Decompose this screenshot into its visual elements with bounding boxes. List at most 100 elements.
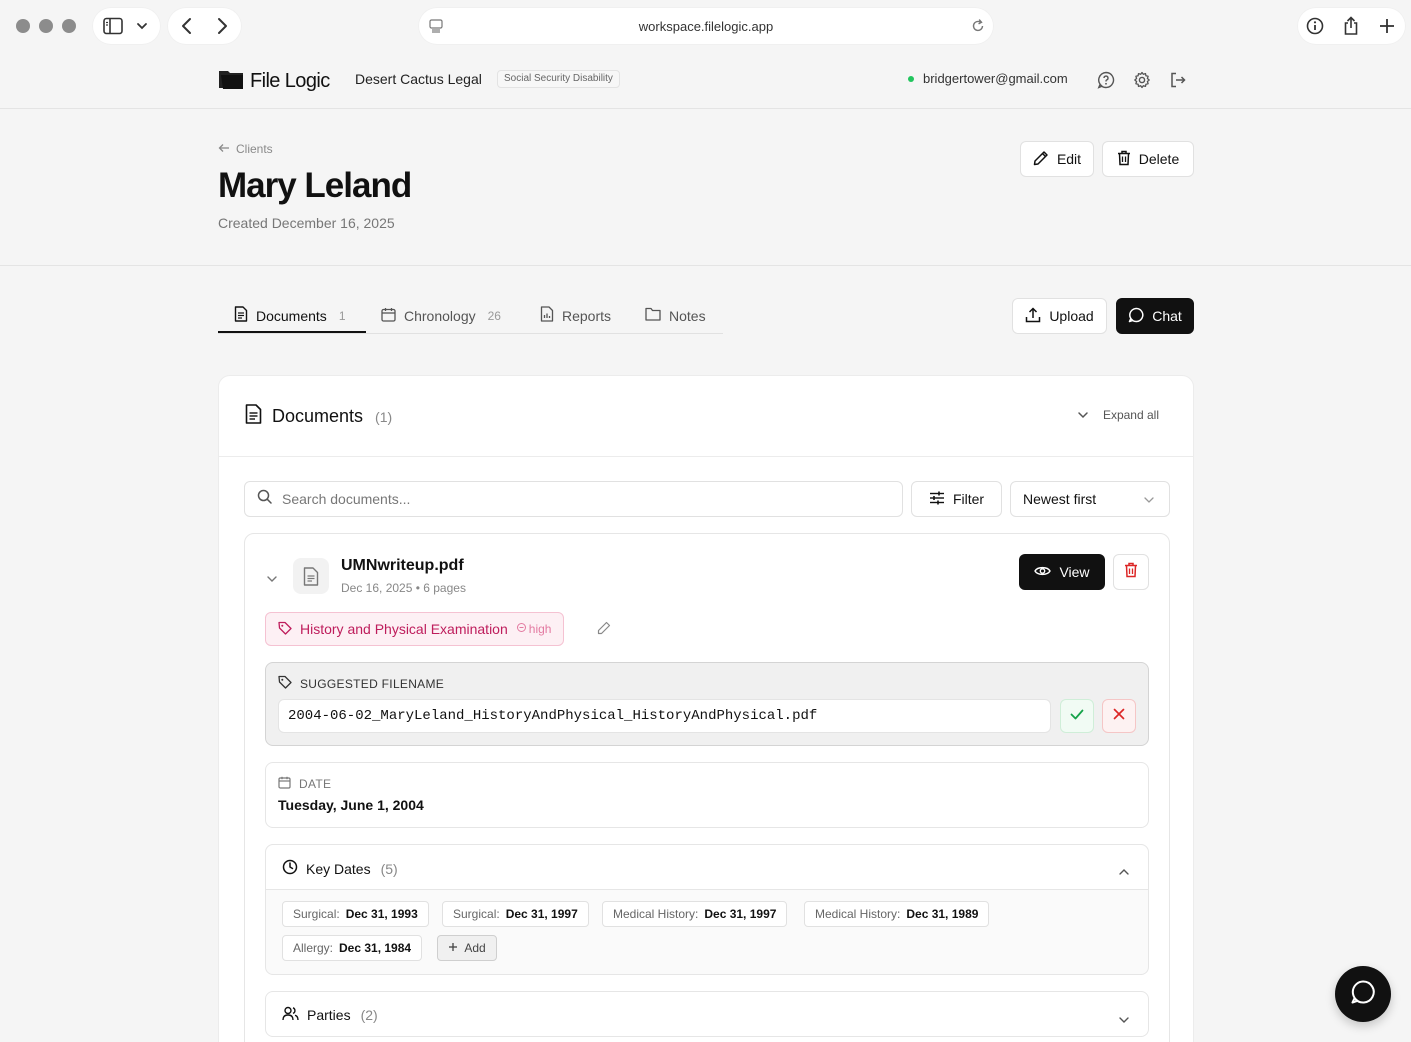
chevron-down-icon[interactable] xyxy=(1118,1011,1130,1029)
search-box xyxy=(244,481,903,517)
browser-actions xyxy=(1298,8,1405,44)
share-icon[interactable] xyxy=(1342,16,1360,36)
chevron-up-icon[interactable] xyxy=(1118,863,1130,881)
collapse-chevron-icon[interactable] xyxy=(266,570,278,588)
tab-notes[interactable]: Notes xyxy=(645,298,706,333)
parties-section[interactable]: Parties (2) xyxy=(265,991,1149,1037)
reload-icon[interactable] xyxy=(971,19,985,33)
key-dates-title: Key Dates (5) xyxy=(282,859,398,878)
key-date-chip[interactable]: Surgical: Dec 31, 1997 xyxy=(442,901,589,927)
logo-text: File Logic xyxy=(250,70,330,92)
org-badge: Social Security Disability xyxy=(497,70,620,88)
upload-label: Upload xyxy=(1049,308,1094,324)
view-label: View xyxy=(1059,564,1090,580)
window-zoom-button[interactable] xyxy=(62,19,76,33)
key-date-chip[interactable]: Allergy: Dec 31, 1984 xyxy=(282,935,423,961)
app-logo[interactable]: File Logic xyxy=(218,68,330,95)
chat-button[interactable]: Chat xyxy=(1116,298,1194,334)
sort-select[interactable]: Newest first xyxy=(1010,481,1170,517)
tab-reports[interactable]: Reports xyxy=(540,298,611,333)
tag-icon xyxy=(278,675,292,692)
key-date-chip[interactable]: Surgical: Dec 31, 1993 xyxy=(282,901,429,927)
org-name: Desert Cactus Legal xyxy=(355,71,482,87)
add-key-date-button[interactable]: Add xyxy=(437,935,497,961)
suggested-filename-box: SUGGESTED FILENAME 2004-06-02_MaryLeland… xyxy=(265,662,1149,746)
calendar-icon xyxy=(278,776,291,792)
delete-document-button[interactable] xyxy=(1113,554,1149,590)
delete-label: Delete xyxy=(1138,151,1180,167)
documents-panel: Documents (1) Expand all Filter Newest f… xyxy=(218,375,1194,1042)
users-icon xyxy=(282,1006,299,1024)
tab-documents[interactable]: Documents 1 xyxy=(234,298,346,333)
key-date-value: Dec 31, 1984 xyxy=(339,941,412,955)
report-icon xyxy=(540,306,554,325)
file-icon xyxy=(293,558,329,594)
key-date-label: Surgical: xyxy=(293,907,340,921)
logout-icon[interactable] xyxy=(1169,71,1187,89)
forward-button[interactable] xyxy=(215,17,229,35)
edit-label: Edit xyxy=(1056,151,1082,167)
sparkle-icon xyxy=(516,622,527,636)
new-tab-icon[interactable] xyxy=(1378,17,1396,35)
tab-chronology-label: Chronology xyxy=(404,307,476,324)
edit-tag-icon[interactable] xyxy=(597,621,611,640)
key-date-value: Dec 31, 1997 xyxy=(505,907,578,921)
filter-button[interactable]: Filter xyxy=(911,481,1002,517)
sidebar-toggle[interactable] xyxy=(93,8,160,44)
delete-button[interactable]: Delete xyxy=(1102,141,1194,177)
key-date-label: Allergy: xyxy=(293,941,334,955)
upload-button[interactable]: Upload xyxy=(1012,298,1107,334)
tab-chronology[interactable]: Chronology 26 xyxy=(381,298,501,333)
chevron-down-icon[interactable] xyxy=(136,22,148,31)
key-date-value: Dec 31, 1989 xyxy=(906,907,979,921)
client-header: Clients Mary Leland Created December 16,… xyxy=(0,110,1411,266)
date-value: Tuesday, June 1, 2004 xyxy=(278,797,424,813)
window-minimize-button[interactable] xyxy=(39,19,53,33)
key-dates-header[interactable]: Key Dates (5) xyxy=(266,845,1148,890)
clock-icon xyxy=(282,859,298,878)
document-name[interactable]: UMNwriteup.pdf xyxy=(341,557,464,575)
gear-icon[interactable] xyxy=(1133,71,1151,89)
browser-toolbar: workspace.filelogic.app xyxy=(0,0,1411,52)
back-button[interactable] xyxy=(180,17,194,35)
confidence-label: high xyxy=(528,622,552,636)
expand-all-button[interactable]: Expand all xyxy=(1077,408,1159,422)
suggested-filename-label: SUGGESTED FILENAME xyxy=(300,676,445,691)
address-bar[interactable]: workspace.filelogic.app xyxy=(419,8,993,44)
document-icon xyxy=(245,404,262,429)
add-label: Add xyxy=(464,941,486,955)
key-date-chip[interactable]: Medical History: Dec 31, 1989 xyxy=(804,901,990,927)
trash-icon xyxy=(1117,150,1131,169)
chat-label: Chat xyxy=(1152,308,1182,324)
key-date-chip[interactable]: Medical History: Dec 31, 1997 xyxy=(602,901,788,927)
eye-icon xyxy=(1034,564,1052,580)
document-icon xyxy=(234,306,248,325)
search-input[interactable] xyxy=(282,491,882,507)
floating-chat-button[interactable] xyxy=(1335,966,1391,1022)
close-icon xyxy=(1113,707,1125,725)
key-dates-count: (5) xyxy=(380,860,398,877)
tag-label: History and Physical Examination xyxy=(300,621,508,637)
tab-notes-label: Notes xyxy=(669,307,706,324)
accept-filename-button[interactable] xyxy=(1060,699,1094,733)
document-item: UMNwriteup.pdf Dec 16, 2025 • 6 pages Vi… xyxy=(244,533,1170,1042)
edit-button[interactable]: Edit xyxy=(1020,141,1094,177)
sliders-icon xyxy=(929,491,945,508)
document-type-tag[interactable]: History and Physical Examination high xyxy=(265,612,565,646)
document-date-box: DATE Tuesday, June 1, 2004 xyxy=(265,762,1149,828)
view-button[interactable]: View xyxy=(1019,554,1105,590)
help-icon[interactable] xyxy=(1097,71,1115,89)
breadcrumb-clients: Clients xyxy=(236,142,273,156)
user-account[interactable]: bridgertower@gmail.com xyxy=(908,71,1068,86)
page-title: Mary Leland xyxy=(218,166,412,205)
window-close-button[interactable] xyxy=(16,19,30,33)
sidebar-icon xyxy=(103,17,123,35)
sort-value: Newest first xyxy=(1023,491,1097,507)
chat-icon xyxy=(1350,979,1376,1010)
reject-filename-button[interactable] xyxy=(1102,699,1136,733)
documents-count: (1) xyxy=(375,408,393,425)
suggested-filename-input[interactable]: 2004-06-02_MaryLeland_HistoryAndPhysical… xyxy=(278,699,1051,733)
info-icon[interactable] xyxy=(1306,17,1324,35)
breadcrumb[interactable]: Clients xyxy=(218,142,273,156)
active-tab-indicator xyxy=(218,331,366,333)
